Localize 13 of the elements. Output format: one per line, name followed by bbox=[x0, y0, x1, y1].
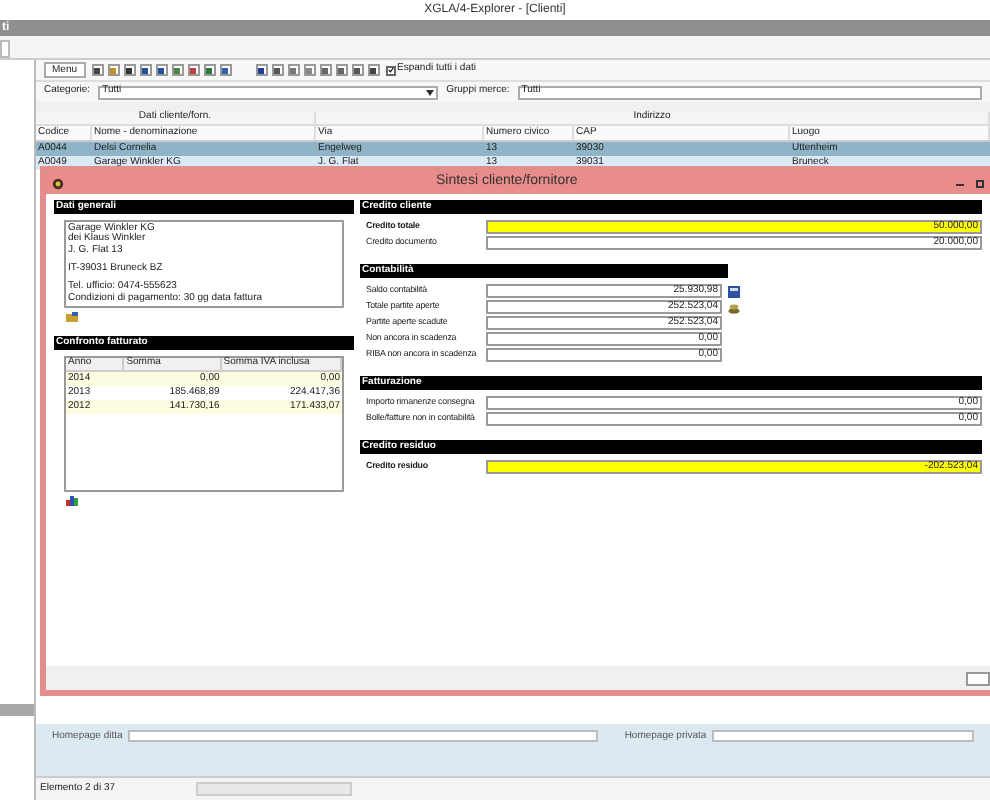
tab-handle[interactable] bbox=[0, 40, 10, 58]
folder-icon[interactable] bbox=[66, 312, 78, 322]
coins-icon[interactable] bbox=[728, 301, 740, 313]
side-panel-header bbox=[0, 704, 34, 716]
app-icon bbox=[52, 177, 64, 189]
checkbox[interactable] bbox=[385, 65, 396, 75]
dropdown-arrow-icon[interactable] bbox=[426, 89, 435, 95]
maximize-icon[interactable] bbox=[976, 179, 984, 187]
homepage-field[interactable] bbox=[128, 730, 599, 742]
dialog-button[interactable] bbox=[966, 671, 990, 685]
chart-icon[interactable] bbox=[66, 496, 78, 506]
calculator-icon[interactable] bbox=[728, 285, 740, 297]
homepage-field[interactable] bbox=[712, 730, 974, 742]
